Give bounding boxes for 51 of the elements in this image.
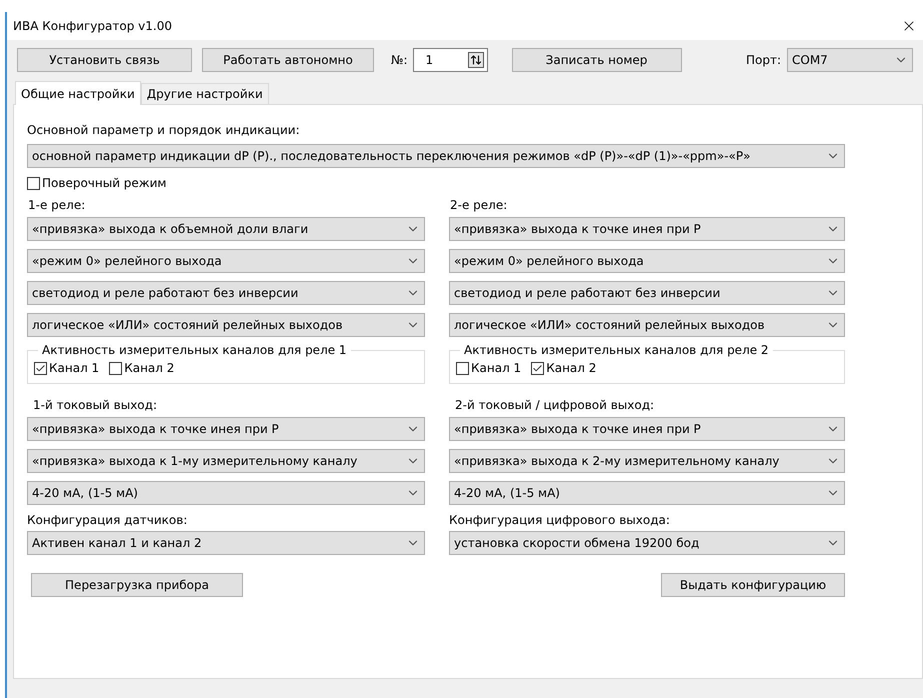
dropdown[interactable]: основной параметр индикации dP (P)., последовательность переключения режимов «dP (P)»-«dP (1)»-«ppm»-«P» [27,144,845,168]
dropdown[interactable]: «привязка» выхода к точке инея при Р [27,417,425,441]
dropdown[interactable]: «привязка» выхода к точке инея при Р [449,417,845,441]
dropdown[interactable]: 4-20 мА, (1-5 мА) [449,481,845,505]
section-label: 1-й токовый выход: [32,397,158,414]
checkbox[interactable] [34,362,47,374]
group-title: Активность измерительных каналов для реле 1 [41,342,348,359]
spinner-arrows-icon[interactable] [468,52,484,68]
tab[interactable]: Общие настройки [15,81,141,105]
checkbox-label: Поверочный режим [42,175,166,192]
checkbox[interactable] [531,362,544,374]
window-title: ИВА Конфигуратор v1.00 [13,18,172,35]
button[interactable]: Работать автономно [202,48,374,72]
section-label: Конфигурация датчиков: [27,512,188,529]
section-label: 2-й токовый / цифровой выход: [454,397,656,414]
checkbox[interactable] [109,362,122,374]
checkbox-label: Канал 2 [546,360,596,377]
checkbox-label: Канал 1 [471,360,522,377]
dropdown[interactable]: «привязка» выхода к 1-му измерительному каналу [27,449,425,473]
section-label: 2-е реле: [449,197,508,214]
field-label: Основной параметр и порядок индикации: [27,122,301,139]
dropdown[interactable]: «режим 0» релейного выхода [449,249,845,273]
section-label: 1-е реле: [27,197,86,214]
section-label: Конфигурация цифрового выхода: [449,512,671,529]
number-spinner[interactable]: 1 [412,48,488,72]
group-title: Активность измерительных каналов для реле 2 [463,342,770,359]
button[interactable]: Записать номер [512,48,682,72]
check-icon [532,362,544,374]
dropdown[interactable]: «привязка» выхода к объемной доли влаги [27,217,425,241]
dropdown[interactable]: 4-20 мА, (1-5 мА) [27,481,425,505]
number-label: №: [391,52,408,69]
checkbox-label: Канал 2 [124,360,174,377]
checkbox[interactable] [27,176,40,190]
button[interactable]: Выдать конфигурацию [661,573,845,597]
port-label: Порт: [746,52,781,69]
dropdown[interactable]: логическое «ИЛИ» состояний релейных выходов [27,313,425,337]
dropdown[interactable]: Активен канал 1 и канал 2 [27,531,425,555]
button[interactable]: Установить связь [17,48,192,72]
check-icon [35,362,46,374]
dropdown[interactable]: светодиод и реле работают без инверсии [449,281,845,305]
dropdown[interactable]: «привязка» выхода к точке инея при Р [449,217,845,241]
dropdown[interactable]: логическое «ИЛИ» состояний релейных выходов [449,313,845,337]
dropdown[interactable]: светодиод и реле работают без инверсии [27,281,425,305]
port-dropdown[interactable]: COM7 [787,48,913,72]
checkbox-label: Канал 1 [49,360,100,377]
dropdown[interactable]: установка скорости обмена 19200 бод [449,531,845,555]
dropdown[interactable]: «привязка» выхода к 2-му измерительному каналу [449,449,845,473]
button[interactable]: Перезагрузка прибора [31,573,243,597]
dropdown[interactable]: «режим 0» релейного выхода [27,249,425,273]
tab[interactable]: Другие настройки [140,83,269,104]
checkbox[interactable] [456,362,469,374]
